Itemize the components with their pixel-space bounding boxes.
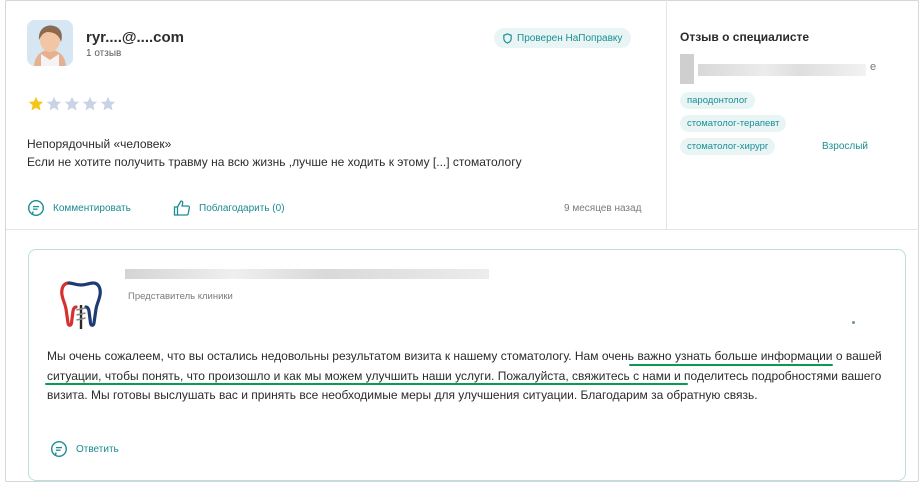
review-title: Непорядочный «человек» [27, 137, 172, 151]
specialist-heading: Отзыв о специалисте [680, 30, 810, 44]
thank-label: Поблагодарить (0) [199, 202, 285, 214]
shield-icon [503, 32, 512, 44]
age-group: Взрослый [822, 141, 868, 152]
thumbs-up-icon [173, 200, 191, 216]
thank-button[interactable]: Поблагодарить (0) [173, 199, 285, 217]
review-text: Если не хотите получить травму на всю жи… [27, 155, 522, 169]
rating-stars [28, 96, 116, 112]
tag-periodontist[interactable]: пародонтолог [680, 92, 755, 109]
verified-badge: Проверен НаПоправку [494, 28, 632, 48]
comment-button[interactable]: Комментировать [27, 199, 131, 217]
highlight-underline [45, 383, 688, 385]
tag-surgeon[interactable]: стоматолог-хирург [680, 138, 776, 155]
clinic-reply-card: Представитель клиники Мы очень сожалеем,… [28, 249, 906, 481]
reply-label: Ответить [76, 443, 119, 455]
clinic-role: Представитель клиники [128, 291, 233, 302]
star-filled-icon [28, 96, 44, 111]
column-divider [666, 0, 667, 229]
avatar [27, 20, 73, 66]
reply-text: Мы очень сожалеем, что вы остались недов… [47, 347, 897, 406]
verified-badge-label: Проверен НаПоправку [517, 32, 623, 44]
comment-icon [50, 440, 68, 458]
star-empty-icon [46, 96, 62, 111]
comment-label: Комментировать [53, 202, 131, 214]
specialist-photo-blurred [680, 54, 694, 84]
star-empty-icon [64, 96, 80, 111]
review-date: 9 месяцев назад [564, 203, 642, 214]
clinic-name-blurred[interactable] [125, 269, 489, 279]
reply-button[interactable]: Ответить [50, 440, 119, 458]
star-empty-icon [100, 96, 116, 111]
dot [852, 321, 855, 324]
user-review-count: 1 отзыв [86, 48, 122, 59]
section-divider [6, 229, 919, 230]
user-name: ryr....@....com [86, 29, 184, 46]
specialist-name-blurred[interactable] [698, 64, 866, 76]
clinic-logo-tooth-icon [60, 281, 102, 329]
tag-therapist[interactable]: стоматолог-терапевт [680, 115, 787, 132]
reply-text-start: Мы очень сожалеем, что вы остались недов… [47, 349, 572, 363]
comment-icon [27, 199, 45, 217]
highlight-underline [629, 364, 833, 366]
specialist-name-tail: е [870, 61, 877, 73]
star-empty-icon [82, 96, 98, 111]
